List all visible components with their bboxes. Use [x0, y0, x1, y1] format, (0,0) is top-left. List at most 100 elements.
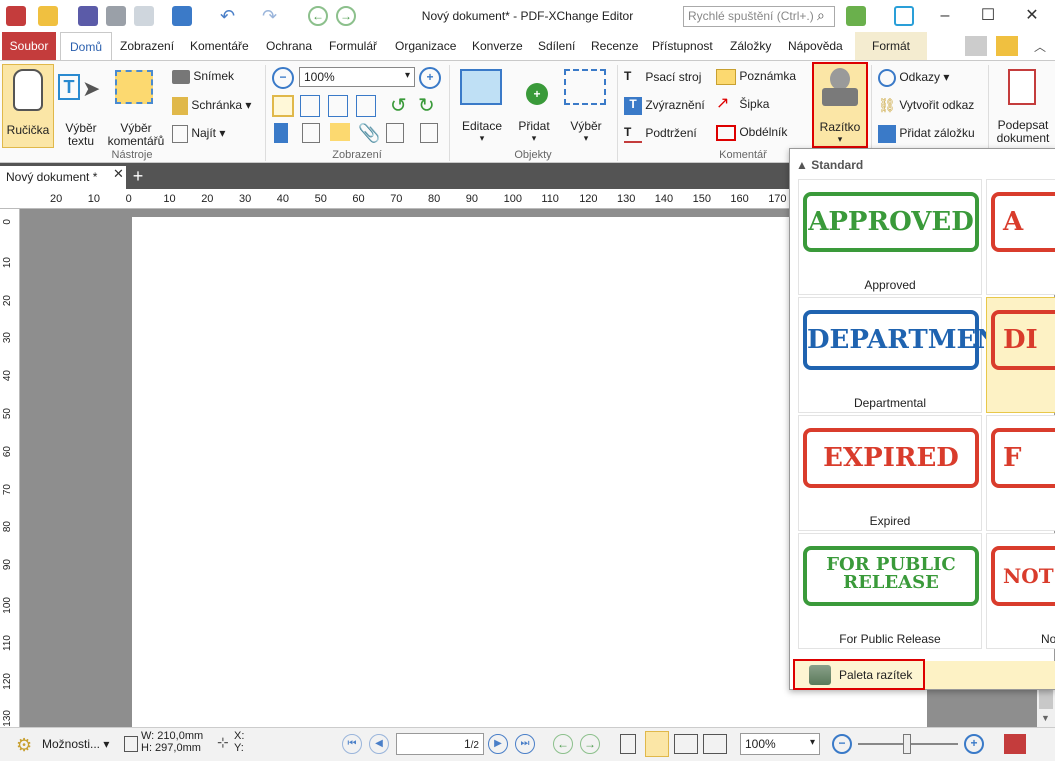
tab-domu[interactable]: Domů [60, 32, 112, 61]
globe-icon [878, 69, 896, 87]
stamp-button[interactable]: Razítko ▾ [812, 62, 868, 148]
first-page-icon[interactable]: ⏮ [342, 734, 362, 754]
ribbon-tabs: Soubor Domů Zobrazení Komentáře Ochrana … [0, 32, 1055, 61]
stamp-palette-button[interactable]: Paleta razítek [793, 659, 925, 690]
sign-document-button[interactable]: Podepsat dokument [992, 65, 1054, 149]
single-page-icon[interactable] [620, 734, 636, 754]
zoom-in-icon[interactable]: + [419, 67, 441, 89]
zoom-out-icon[interactable]: − [272, 67, 294, 89]
close-button[interactable]: ✕ [1012, 2, 1052, 30]
stamp-item[interactable]: A [986, 179, 1055, 295]
quick-launch-input[interactable]: Rychlé spuštění (Ctrl+.) [683, 6, 835, 27]
highlight-button[interactable]: T Zvýraznění [624, 97, 705, 115]
layers-icon[interactable] [420, 123, 438, 143]
search-icon[interactable]: ⌕ [817, 7, 825, 24]
attachment-icon[interactable]: 📎 [358, 123, 380, 144]
typewriter-button[interactable]: T Psací stroj [624, 69, 701, 87]
status-zoom-select[interactable]: 100% ▾ [740, 733, 820, 755]
bookmark-icon[interactable] [274, 123, 288, 143]
tab-zalozky[interactable]: Záložky [722, 32, 779, 60]
note-icon [716, 69, 736, 85]
stamp-item[interactable]: FOR PUBLIC RELEASE For Public Release [798, 533, 982, 649]
pdf-icon[interactable] [1004, 734, 1026, 754]
folder-icon[interactable] [996, 36, 1018, 56]
links-button[interactable]: Odkazy ▾ [878, 69, 949, 87]
edit-objects-button[interactable]: Editace ▾ [456, 65, 508, 145]
two-page-icon[interactable] [674, 734, 698, 754]
select-objects-button[interactable]: Výběr ▾ [560, 65, 612, 145]
nav-forward-icon[interactable]: → [580, 734, 600, 754]
stamp-caption: Approved [864, 278, 916, 292]
stamp-item[interactable]: EXPIRED Expired [798, 415, 982, 531]
new-tab-icon[interactable]: + [128, 166, 148, 188]
snapshot-button[interactable]: Snímek [172, 69, 234, 84]
close-tab-icon[interactable]: ✕ [113, 166, 124, 182]
rectangle-button[interactable]: Obdélník [716, 125, 787, 141]
panel-icon[interactable] [965, 36, 987, 56]
tab-ochrana[interactable]: Ochrana [258, 32, 320, 60]
tab-napoveda[interactable]: Nápověda [780, 32, 851, 60]
clipboard-button[interactable]: Schránka ▾ [172, 97, 251, 115]
minimize-button[interactable]: – [925, 2, 965, 30]
vertical-ruler: 0 10 20 30 40 50 60 70 80 90 100 110 120 130 [0, 209, 20, 727]
fit-page-icon[interactable] [300, 95, 320, 117]
pages-icon[interactable] [302, 123, 320, 143]
tab-organizace[interactable]: Organizace [387, 32, 464, 60]
fit-visible-icon[interactable] [356, 95, 376, 117]
add-objects-button[interactable]: + Přidat ▾ [508, 65, 560, 145]
document-tab[interactable]: Nový dokument * [0, 166, 126, 189]
stamp-item[interactable]: NOT A No [986, 533, 1055, 649]
stamp-preview: DI [991, 310, 1055, 370]
last-page-icon[interactable]: ⏭ [515, 734, 535, 754]
underline-button[interactable]: T Podtržení [624, 125, 697, 143]
ruler-tick-label: 20 [2, 294, 13, 306]
create-link-button[interactable]: ⛓ Vytvořit odkaz [878, 97, 974, 115]
rotate-left-icon[interactable]: ↺ [390, 93, 407, 118]
two-page-continuous-icon[interactable] [703, 734, 727, 754]
comment-select-button[interactable]: Výběr komentářů [107, 64, 165, 148]
comments-panel-icon[interactable] [330, 123, 350, 141]
tab-format[interactable]: Formát [855, 32, 927, 60]
rotate-right-icon[interactable]: ↻ [418, 93, 435, 118]
add-bookmark-button[interactable]: Přidat záložku [878, 125, 975, 143]
tab-formular[interactable]: Formulář [321, 32, 385, 60]
properties-icon[interactable] [386, 123, 404, 143]
fit-width-icon[interactable] [328, 95, 348, 117]
tab-zobrazeni[interactable]: Zobrazení [112, 32, 182, 60]
tab-pristupnost[interactable]: Přístupnost [644, 32, 721, 60]
tab-komentare[interactable]: Komentáře [182, 32, 257, 60]
fullscreen-icon[interactable] [894, 6, 914, 26]
prev-page-icon[interactable]: ◀ [369, 734, 389, 754]
page-number-input[interactable]: 1/2 [396, 733, 484, 755]
gear-icon[interactable]: ⚙ [16, 735, 36, 755]
status-zoom-in-icon[interactable]: + [964, 734, 984, 754]
settings-icon[interactable] [846, 6, 866, 26]
collapse-ribbon-icon[interactable]: ︿ [1034, 38, 1046, 55]
nav-back-icon[interactable]: ← [553, 734, 573, 754]
next-page-icon[interactable]: ▶ [488, 734, 508, 754]
options-button[interactable]: Možnosti... ▾ [42, 737, 109, 751]
status-zoom-out-icon[interactable]: − [832, 734, 852, 754]
tab-soubor[interactable]: Soubor [2, 32, 56, 60]
palette-row[interactable] [925, 661, 1055, 689]
arrow-button[interactable]: ↗ Šipka [716, 96, 769, 113]
continuous-page-icon[interactable] [645, 731, 669, 757]
find-button[interactable]: Najít ▾ [172, 125, 225, 143]
stamp-item[interactable]: F [986, 415, 1055, 531]
stamp-item[interactable]: DEPARTMENTAL Departmental [798, 297, 1055, 413]
tab-recenze[interactable]: Recenze [583, 32, 646, 60]
zoom-select[interactable]: 100% ▾ [299, 67, 415, 87]
tab-konverze[interactable]: Konverze [464, 32, 531, 60]
note-button[interactable]: Poznámka [716, 69, 796, 85]
zoom-slider-thumb[interactable] [903, 734, 911, 754]
certificate-icon [1008, 69, 1036, 105]
stamp-item[interactable]: DI [986, 297, 1055, 413]
text-select-button[interactable]: T ➤ Výběr textu [56, 64, 106, 148]
stamp-item[interactable]: APPROVED Approved [798, 179, 982, 295]
maximize-button[interactable]: ☐ [968, 2, 1008, 30]
tab-sdileni[interactable]: Sdílení [530, 32, 583, 60]
ruler-tick-label: 80 [2, 521, 13, 533]
group-label-tools: Nástroje [111, 149, 153, 161]
hand-tool-button[interactable]: Ručička [2, 64, 54, 148]
actual-size-icon[interactable] [272, 95, 294, 117]
